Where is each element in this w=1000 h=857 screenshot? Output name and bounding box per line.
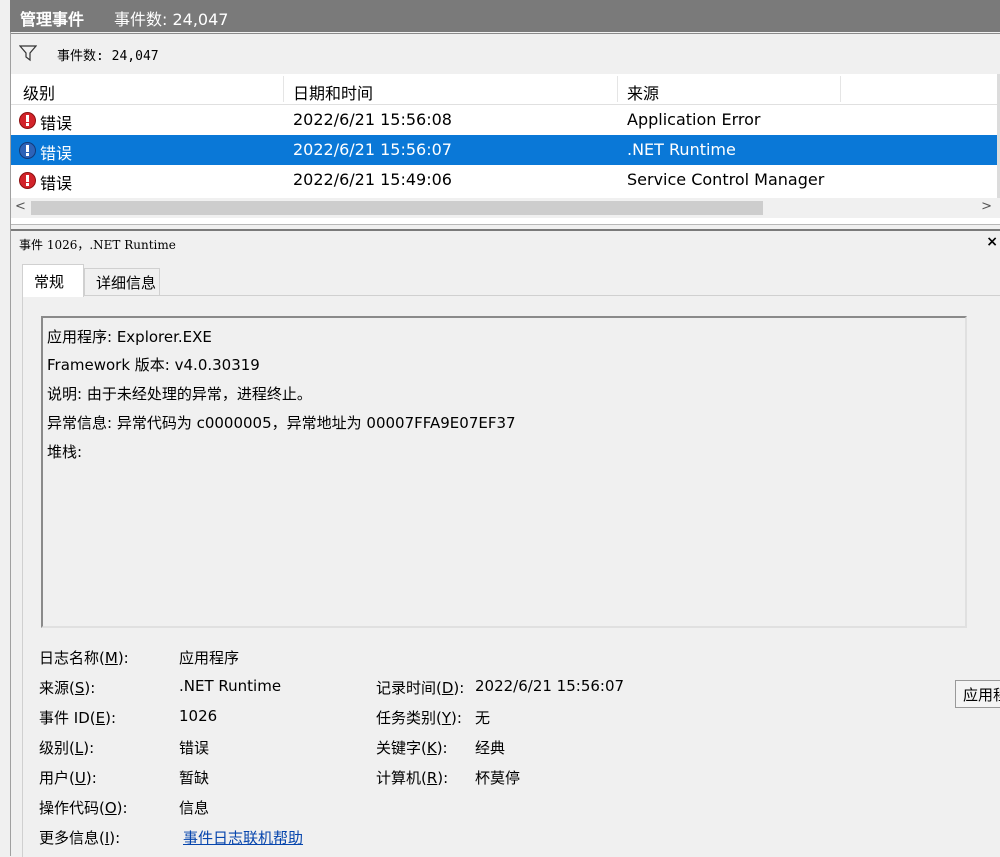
row-datetime: 2022/6/21 15:56:08 xyxy=(293,110,452,129)
tab-details[interactable]: 详细信息 xyxy=(84,268,160,296)
column-separator[interactable] xyxy=(283,76,284,102)
prop-keywords-value: 经典 xyxy=(475,739,506,757)
row-source: Application Error xyxy=(627,110,761,129)
event-grid: 级别 日期和时间 来源 错误 2022/6/21 15:56:08 Applic… xyxy=(11,74,1000,225)
prop-level-label: 级别(L): xyxy=(39,739,95,757)
prop-log-name-value: 应用程序 xyxy=(179,649,240,667)
prop-level-value: 错误 xyxy=(179,739,210,757)
message-line: 异常信息: 异常代码为 c0000005，异常地址为 00007FFA9E07E… xyxy=(47,414,516,432)
prop-log-name-label: 日志名称(M): xyxy=(39,649,129,667)
prop-computer-label: 计算机(R): xyxy=(376,769,449,787)
prop-task-category-label: 任务类别(Y): xyxy=(376,709,462,727)
help-link[interactable]: 事件日志联机帮助 xyxy=(183,827,303,848)
filter-bar: 事件数: 24,047 xyxy=(11,33,1000,75)
filter-icon[interactable] xyxy=(19,44,37,62)
table-row[interactable]: 错误 2022/6/21 15:56:08 Application Error xyxy=(11,105,997,135)
prop-logged-label: 记录时间(D): xyxy=(376,679,465,697)
column-datetime[interactable]: 日期和时间 xyxy=(293,80,373,104)
message-line: 应用程序: Explorer.EXE xyxy=(47,328,212,346)
error-icon xyxy=(19,172,36,189)
row-source: Service Control Manager xyxy=(627,170,825,189)
prop-opcode-label: 操作代码(O): xyxy=(39,799,128,817)
side-tooltip-box: 应用程序 xyxy=(955,680,1000,708)
horizontal-scrollbar[interactable]: < > xyxy=(11,198,1000,218)
prop-user-value: 暂缺 xyxy=(179,769,210,787)
prop-task-category-value: 无 xyxy=(475,709,491,727)
prop-opcode-value: 信息 xyxy=(179,799,210,817)
row-source: .NET Runtime xyxy=(627,140,736,159)
prop-more-info-label: 更多信息(I): xyxy=(39,829,121,847)
column-source[interactable]: 来源 xyxy=(627,80,659,104)
row-level: 错误 xyxy=(40,174,73,193)
tab-general-label: 常规 xyxy=(34,273,65,291)
column-separator[interactable] xyxy=(840,76,841,102)
prop-logged-value: 2022/6/21 15:56:07 xyxy=(475,677,625,695)
tab-details-label: 详细信息 xyxy=(96,274,157,292)
close-icon[interactable]: × xyxy=(986,234,998,250)
message-line: 说明: 由于未经处理的异常，进程终止。 xyxy=(47,385,312,403)
scroll-right-arrow-icon[interactable]: > xyxy=(981,199,992,214)
prop-keywords-label: 关键字(K): xyxy=(376,739,448,757)
column-separator[interactable] xyxy=(617,76,618,102)
table-row[interactable]: 错误 2022/6/21 15:49:06 Service Control Ma… xyxy=(11,165,997,195)
row-datetime: 2022/6/21 15:56:07 xyxy=(293,140,452,159)
prop-event-id-label: 事件 ID(E): xyxy=(39,709,116,727)
side-tooltip-text: 应用程序 xyxy=(963,686,1000,704)
event-message-box[interactable]: 应用程序: Explorer.EXE Framework 版本: v4.0.30… xyxy=(41,316,967,628)
detail-header: 事件 1026，.NET Runtime × xyxy=(11,229,1000,257)
filter-count: 事件数: 24,047 xyxy=(57,49,159,64)
event-count-title: 事件数: 24,047 xyxy=(114,10,229,29)
prop-event-id-value: 1026 xyxy=(179,707,218,725)
row-datetime: 2022/6/21 15:49:06 xyxy=(293,170,452,189)
prop-user-label: 用户(U): xyxy=(39,769,97,787)
prop-source-value: .NET Runtime xyxy=(179,677,282,695)
scroll-left-arrow-icon[interactable]: < xyxy=(15,199,26,214)
row-level: 错误 xyxy=(40,114,73,133)
tab-general[interactable]: 常规 xyxy=(22,264,84,297)
row-level: 错误 xyxy=(40,144,73,163)
table-row-selected[interactable]: 错误 2022/6/21 15:56:07 .NET Runtime xyxy=(11,135,997,165)
prop-source-label: 来源(S): xyxy=(39,679,96,697)
scrollbar-thumb[interactable] xyxy=(31,201,763,215)
prop-computer-value: 杯莫停 xyxy=(475,769,521,787)
detail-title: 事件 1026，.NET Runtime xyxy=(19,238,176,252)
column-level[interactable]: 级别 xyxy=(23,80,55,104)
error-icon xyxy=(19,112,36,129)
title-bar: 管理事件 事件数: 24,047 xyxy=(10,0,1000,32)
message-line: 堆栈: xyxy=(47,443,83,461)
window-title: 管理事件 xyxy=(20,10,85,29)
error-icon xyxy=(19,142,36,159)
left-edge xyxy=(0,0,11,856)
message-line: Framework 版本: v4.0.30319 xyxy=(47,356,260,374)
grid-header: 级别 日期和时间 来源 xyxy=(11,74,997,105)
